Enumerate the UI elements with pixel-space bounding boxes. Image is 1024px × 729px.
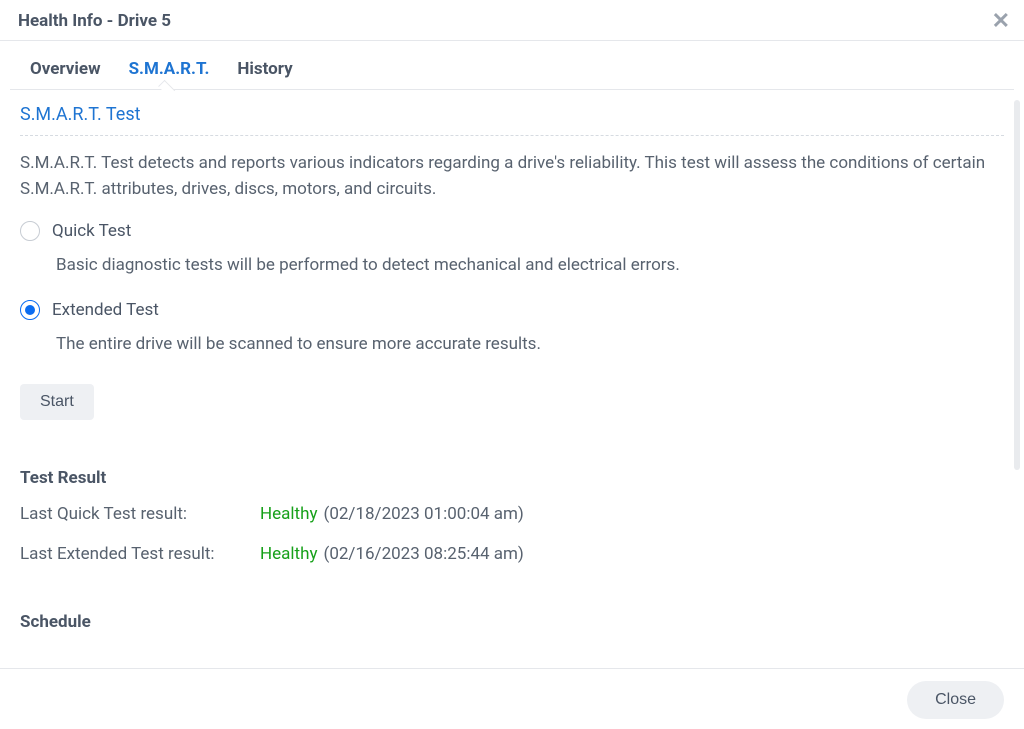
window-header: Health Info - Drive 5 ✕ [0,0,1024,41]
radio-label-extended: Extended Test [52,300,159,320]
timestamp-quick: (02/18/2023 01:00:04 am) [324,504,524,524]
content-pane: S.M.A.R.T. Test S.M.A.R.T. Test detects … [10,90,1014,668]
section-title-test-result: Test Result [20,468,1004,488]
tab-overview[interactable]: Overview [30,59,101,89]
radio-extended-test[interactable]: Extended Test [20,300,1004,320]
scrollbar[interactable] [1014,100,1020,470]
close-button[interactable]: Close [907,681,1004,719]
footer-bar: Close [0,668,1024,729]
section-title-schedule: Schedule [20,612,1004,632]
result-label-quick: Last Quick Test result: [20,504,260,524]
status-badge: Healthy [260,544,318,564]
result-row-extended: Last Extended Test result: Healthy (02/1… [20,544,1004,564]
status-badge: Healthy [260,504,318,524]
result-row-quick: Last Quick Test result: Healthy (02/18/2… [20,504,1004,524]
result-label-extended: Last Extended Test result: [20,544,260,564]
radio-quick-test[interactable]: Quick Test [20,221,1004,241]
extended-test-description: The entire drive will be scanned to ensu… [56,332,1004,358]
tabs-bar: Overview S.M.A.R.T. History [10,41,1014,90]
tab-history[interactable]: History [237,59,292,89]
quick-test-description: Basic diagnostic tests will be performed… [56,253,1004,279]
smart-test-description: S.M.A.R.T. Test detects and reports vari… [20,150,1004,203]
radio-label-quick: Quick Test [52,221,131,241]
start-button[interactable]: Start [20,384,94,420]
close-icon[interactable]: ✕ [992,10,1010,32]
timestamp-extended: (02/16/2023 08:25:44 am) [324,544,524,564]
window-title: Health Info - Drive 5 [18,11,171,31]
radio-icon[interactable] [20,300,40,320]
section-title-smart-test: S.M.A.R.T. Test [20,104,1004,136]
tab-smart[interactable]: S.M.A.R.T. [129,59,210,89]
radio-icon[interactable] [20,221,40,241]
